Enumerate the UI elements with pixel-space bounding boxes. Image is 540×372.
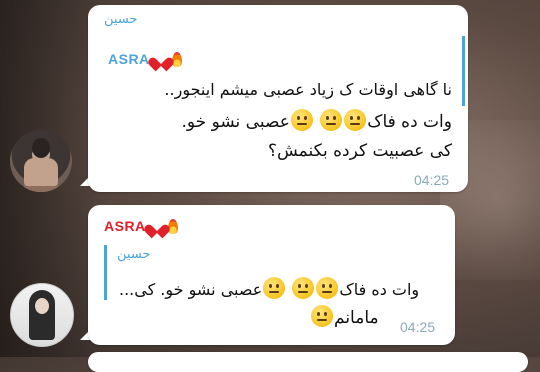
reply-quote[interactable]: ASRA نا گاهی اوقات ک زیاد عصبی میشم اینج…: [104, 36, 465, 106]
reply-quote[interactable]: حسین وات ده فاک عصبی نشو خو. کی...: [104, 245, 419, 300]
reply-text-line: وات ده فاک عصبی نشو خو. کی...: [119, 277, 419, 299]
reply-author: حسین: [117, 247, 151, 262]
sender-name[interactable]: حسین: [104, 12, 137, 27]
red-heart-icon: [153, 52, 169, 66]
reply-text: وات ده فاک: [339, 280, 420, 299]
message-time: 04:25: [400, 319, 436, 335]
message-bubble[interactable]: ASRA حسین وات ده فاک عصبی نشو خو. کی... …: [88, 205, 455, 345]
message-text: مامانم: [334, 308, 379, 328]
sender-name: ASRA: [104, 218, 146, 234]
message-text: عصبی نشو خو.: [181, 112, 290, 132]
avatar-figure: [24, 158, 58, 192]
neutral-face-emoji: [320, 109, 343, 131]
reply-text: نا گاهی اوقات ک زیاد عصبی میشم اینجور..: [164, 80, 452, 99]
reply-author[interactable]: ASRA: [108, 50, 182, 68]
red-heart-icon: [149, 219, 165, 233]
message-line: مامانم: [310, 305, 379, 328]
message-line: وات ده فاک عصبی نشو خو.: [181, 109, 452, 132]
neutral-face-emoji: [292, 277, 315, 299]
avatar-husain[interactable]: [10, 130, 72, 192]
message-time: 04:25: [414, 172, 450, 188]
neutral-face-emoji: [316, 277, 339, 299]
message-bubble[interactable]: حسین ASRA نا گاهی اوقات ک زیاد عصبی میشم…: [88, 5, 468, 192]
avatar-face: [35, 298, 49, 314]
sender-line[interactable]: ASRA: [104, 217, 178, 235]
neutral-face-emoji: [290, 109, 313, 131]
avatar-head: [32, 138, 50, 158]
message-bubble[interactable]: [88, 352, 528, 372]
neutral-face-emoji: [311, 305, 333, 327]
message-text: وات ده فاک: [367, 112, 452, 132]
reply-text: عصبی نشو خو. کی...: [119, 280, 263, 299]
neutral-face-emoji: [263, 277, 286, 299]
neutral-face-emoji: [344, 109, 367, 131]
message-text: کی عصبیت کرده بکنمش؟: [267, 141, 452, 161]
reply-author-name: ASRA: [108, 51, 150, 67]
avatar-asra[interactable]: [10, 283, 74, 347]
